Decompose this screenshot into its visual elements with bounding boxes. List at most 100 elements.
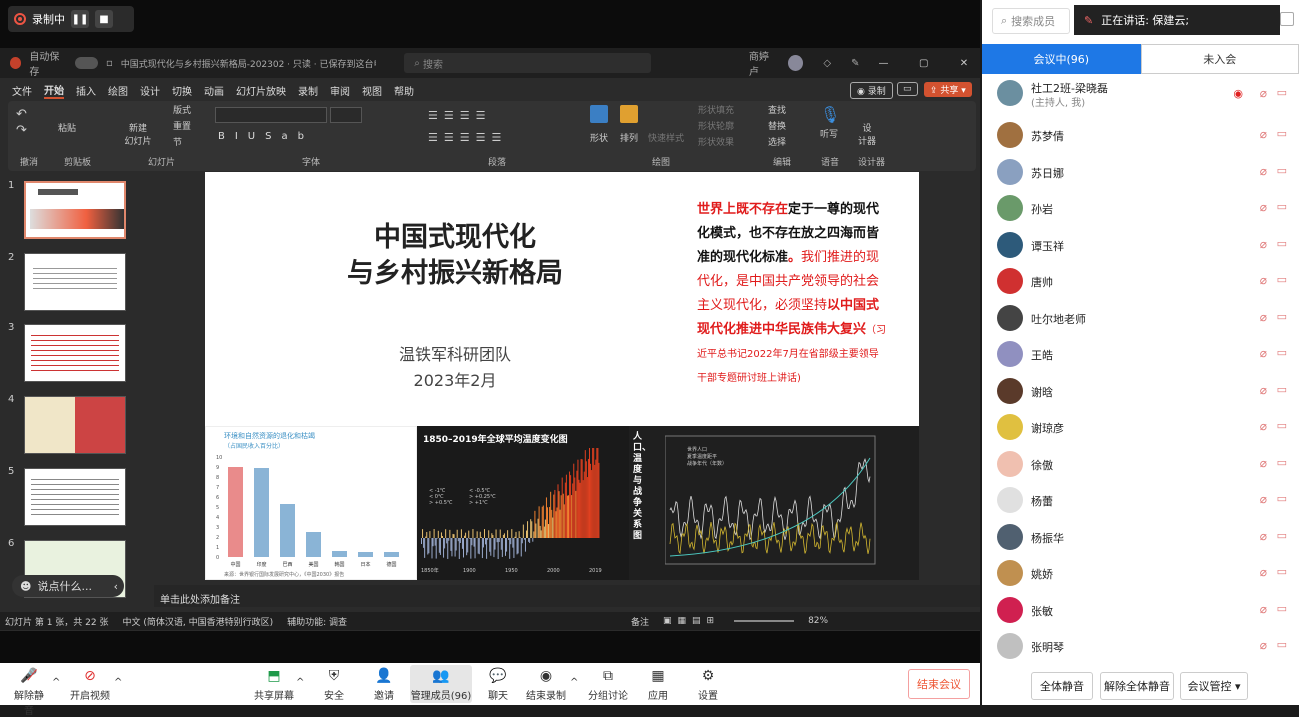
camera-off-icon[interactable]: ▭	[1277, 273, 1287, 286]
camera-off-icon[interactable]: ▭	[1277, 164, 1287, 177]
ribbon-tab[interactable]: 文件	[12, 83, 32, 98]
mic-muted-icon[interactable]: ⌀	[1260, 164, 1267, 178]
chat-button[interactable]: 💬聊天	[484, 667, 512, 702]
member-row[interactable]: 唐帅⌀▭	[982, 263, 1299, 299]
new-slide-button[interactable]: 新建 幻灯片	[123, 121, 153, 147]
settings-button[interactable]: ⚙设置	[694, 667, 722, 702]
chevron-up-icon[interactable]: ^	[570, 677, 578, 688]
member-row[interactable]: 谭玉祥⌀▭	[982, 227, 1299, 263]
layout-button[interactable]: 版式	[173, 103, 191, 116]
end-meeting-button[interactable]: 结束会议	[908, 669, 970, 699]
mic-muted-icon[interactable]: ⌀	[1260, 237, 1267, 251]
unmute-button[interactable]: 🎤̸解除静音	[10, 667, 48, 717]
share-ribbon-button[interactable]: ⇪ 共享 ▾	[924, 82, 972, 97]
slide-thumbnail[interactable]	[24, 396, 126, 454]
stop-recording-button[interactable]: ■	[95, 10, 113, 28]
shape-effect-button[interactable]: 形状效果	[698, 135, 734, 148]
mic-muted-icon[interactable]: ⌀	[1260, 492, 1267, 506]
comment-input[interactable]: ☻说点什么...‹	[12, 575, 124, 597]
member-row[interactable]: 王皓⌀▭	[982, 336, 1299, 372]
camera-off-icon[interactable]: ▭	[1277, 565, 1287, 578]
camera-off-icon[interactable]: ▭	[1277, 346, 1287, 359]
section-button[interactable]: 节	[173, 135, 182, 148]
breakout-button[interactable]: ⧉分组讨论	[588, 667, 628, 702]
member-row[interactable]: 孙岩⌀▭	[982, 190, 1299, 226]
slide-canvas[interactable]: 中国式现代化与乡村振兴新格局 温铁军科研团队2023年2月 世界上既不存在定于一…	[205, 172, 919, 580]
camera-off-icon[interactable]: ▭	[1277, 237, 1287, 250]
mic-muted-icon[interactable]: ⌀	[1260, 200, 1267, 214]
mic-muted-icon[interactable]: ⌀	[1260, 565, 1267, 579]
mic-muted-icon[interactable]: ⌀	[1260, 86, 1267, 100]
designer-button[interactable]: 设 计器	[858, 121, 876, 147]
notes-pane[interactable]: 单击此处添加备注	[154, 585, 980, 607]
select-button[interactable]: 选择	[768, 135, 786, 148]
member-row[interactable]: 姚娇⌀▭	[982, 555, 1299, 591]
camera-off-icon[interactable]: ▭	[1277, 602, 1287, 615]
list-buttons[interactable]: ☰☰☰☰	[428, 109, 491, 122]
save-icon[interactable]: ▫	[106, 58, 113, 69]
member-row[interactable]: 杨蕾⌀▭	[982, 482, 1299, 518]
shape-outline-button[interactable]: 形状轮廓	[698, 119, 734, 132]
member-row[interactable]: 徐傲⌀▭	[982, 446, 1299, 482]
chevron-up-icon[interactable]: ^	[52, 677, 60, 688]
ribbon-tab[interactable]: 帮助	[394, 83, 414, 98]
mic-muted-icon[interactable]: ⌀	[1260, 127, 1267, 141]
ribbon-tab[interactable]: 审阅	[330, 83, 350, 98]
ribbon-tab[interactable]: 切换	[172, 83, 192, 98]
member-search-input[interactable]: ⌕搜索成员	[992, 8, 1070, 34]
reset-button[interactable]: 重置	[173, 119, 191, 132]
redo-icon[interactable]: ↷	[16, 123, 27, 138]
security-button[interactable]: ⛨安全	[320, 667, 348, 702]
paste-button[interactable]: 粘贴	[58, 121, 76, 134]
member-row[interactable]: 苏梦倩⌀▭	[982, 117, 1299, 153]
slide-thumbnail[interactable]	[24, 468, 126, 526]
tab-in-meeting[interactable]: 会议中(96)	[982, 44, 1141, 74]
ribbon-tab[interactable]: 设计	[140, 83, 160, 98]
camera-off-icon[interactable]: ▭	[1277, 419, 1287, 432]
mic-muted-icon[interactable]: ⌀	[1260, 273, 1267, 287]
chevron-up-icon[interactable]: ^	[114, 677, 122, 688]
share-screen-button[interactable]: ⬒共享屏幕	[254, 667, 294, 702]
shape-fill-button[interactable]: 形状填充	[698, 103, 734, 116]
ribbon-tab[interactable]: 绘图	[108, 83, 128, 98]
camera-off-icon[interactable]: ▭	[1277, 127, 1287, 140]
record-ribbon-button[interactable]: ◉ 录制	[850, 82, 893, 99]
dictate-button[interactable]: 听写	[820, 127, 838, 140]
camera-off-icon[interactable]: ▭	[1277, 86, 1287, 99]
ribbon-tab[interactable]: 幻灯片放映	[236, 83, 286, 98]
quick-style-button[interactable]: 快速样式	[648, 131, 684, 144]
meeting-control-button[interactable]: 会议管控 ▾	[1180, 672, 1248, 700]
pen-icon[interactable]: ✎	[851, 58, 859, 69]
mic-muted-icon[interactable]: ⌀	[1260, 602, 1267, 616]
tab-not-joined[interactable]: 未入会	[1141, 44, 1299, 74]
apps-button[interactable]: ▦应用	[644, 667, 672, 702]
camera-off-icon[interactable]: ▭	[1277, 492, 1287, 505]
member-row[interactable]: 谢琼彦⌀▭	[982, 409, 1299, 445]
undo-icon[interactable]: ↶	[16, 107, 27, 122]
chevron-up-icon[interactable]: ^	[296, 677, 304, 688]
zoom-slider[interactable]	[734, 620, 794, 622]
align-buttons[interactable]: ☰☰☰☰☰	[428, 131, 507, 144]
pause-recording-button[interactable]: ❚❚	[71, 10, 89, 28]
slide-scrollbar[interactable]	[971, 176, 980, 616]
member-row[interactable]: 苏日娜⌀▭	[982, 154, 1299, 190]
notes-toggle-button[interactable]: 备注	[631, 615, 649, 628]
comment-button[interactable]: ▭	[897, 82, 918, 96]
mic-muted-icon[interactable]: ⌀	[1260, 346, 1267, 360]
slide-thumbnail[interactable]	[24, 181, 126, 239]
find-button[interactable]: 查找	[768, 103, 786, 116]
ribbon-tab[interactable]: 录制	[298, 83, 318, 98]
chevron-left-icon[interactable]: ‹	[114, 580, 118, 593]
mic-muted-icon[interactable]: ⌀	[1260, 638, 1267, 652]
font-format-buttons[interactable]: BIUSab	[218, 131, 314, 142]
camera-off-icon[interactable]: ▭	[1277, 456, 1287, 469]
mic-muted-icon[interactable]: ⌀	[1260, 529, 1267, 543]
replace-button[interactable]: 替换	[768, 119, 786, 132]
user-avatar[interactable]	[788, 55, 803, 71]
camera-off-icon[interactable]: ▭	[1277, 638, 1287, 651]
mute-all-button[interactable]: 全体静音	[1031, 672, 1093, 700]
member-row[interactable]: 谢晗⌀▭	[982, 373, 1299, 409]
minimize-button[interactable]: —	[867, 52, 899, 74]
camera-off-icon[interactable]: ▭	[1277, 200, 1287, 213]
shape-button[interactable]: 形状	[590, 131, 608, 144]
